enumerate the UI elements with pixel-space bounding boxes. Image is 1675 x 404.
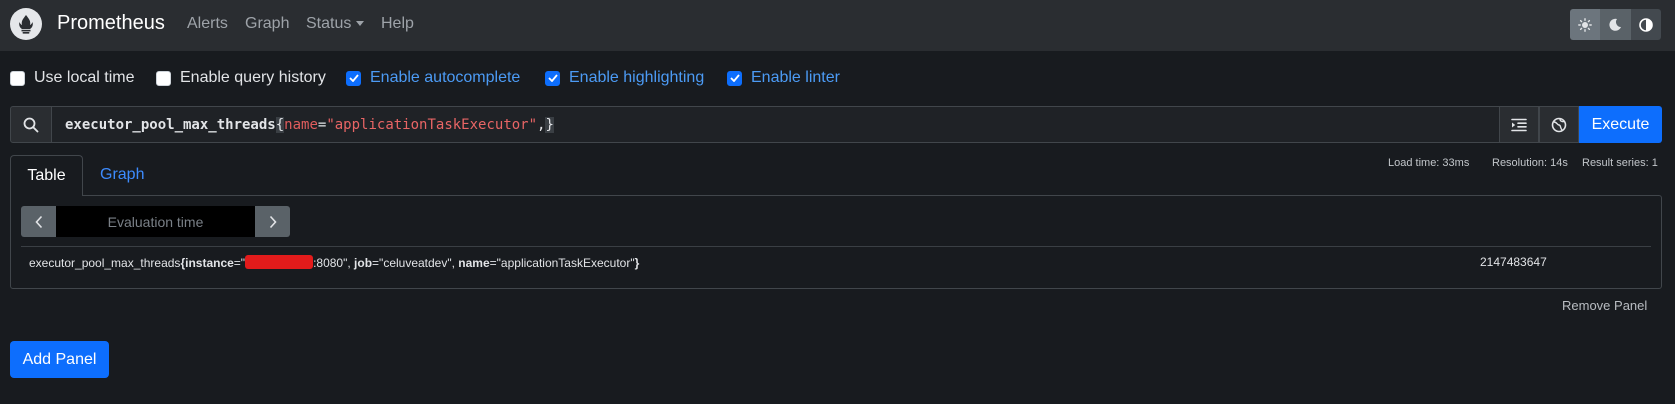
expression-input[interactable]: executor_pool_max_threads{name = "applicat… [52,106,1499,143]
evaluation-time-control: Evaluation time [21,206,290,237]
prometheus-logo-icon[interactable] [10,8,42,40]
load-time-stat: Load time: 33ms [1388,157,1470,169]
option-label: Enable linter [751,69,840,86]
nav-alerts[interactable]: Alerts [187,15,228,33]
result-brace: } [634,256,640,270]
check-icon [547,74,558,82]
result-job-value: ="celuveatdev", [372,256,459,270]
theme-dark-button[interactable] [1600,9,1631,40]
check-icon [729,74,740,82]
half-circle-icon [1639,17,1653,32]
expr-metric-token: executor_pool_max_threads [65,116,276,133]
nav-help[interactable]: Help [381,15,414,33]
metrics-explorer-button[interactable] [1539,106,1579,143]
chevron-right-icon [269,215,277,228]
expr-string-token: "applicationTaskExecutor" [326,116,538,133]
nav-status-dropdown[interactable]: Status [306,15,365,33]
option-label: Enable query history [180,69,326,86]
brand-title[interactable]: Prometheus [57,12,165,35]
format-expression-button[interactable] [1499,106,1539,143]
expression-row: executor_pool_max_threads{name = "applicat… [10,106,1662,143]
enable-autocomplete-checkbox[interactable] [346,70,361,86]
resolution-stat: Resolution: 14s [1492,157,1568,169]
option-label: Use local time [34,69,135,86]
evaluation-time-input[interactable]: Evaluation time [56,206,255,237]
chevron-down-icon [356,21,365,27]
option-enable-linter[interactable]: Enable linter [727,69,840,87]
sun-icon [1578,17,1593,32]
result-instance-suffix: :8080", [313,256,355,270]
enable-highlighting-checkbox[interactable] [545,70,560,86]
eval-prev-button[interactable] [21,206,56,237]
result-instance-prefix: =" [233,256,246,270]
option-enable-autocomplete[interactable]: Enable autocomplete [346,69,520,87]
use-local-time-checkbox[interactable] [10,70,25,86]
tab-table[interactable]: Table [10,155,83,196]
chevron-left-icon [34,215,42,228]
redacted-instance [245,255,314,269]
result-series-stat: Result series: 1 [1582,157,1658,169]
theme-light-button[interactable] [1570,9,1601,40]
add-panel-button[interactable]: Add Panel [10,341,109,378]
moon-icon [1609,18,1621,31]
tab-graph[interactable]: Graph [100,166,144,184]
enable-linter-checkbox[interactable] [727,70,742,86]
enable-query-history-checkbox[interactable] [156,70,171,86]
remove-panel-link[interactable]: Remove Panel [1562,298,1647,313]
expr-comma-token: , [537,116,546,133]
option-label: Enable highlighting [569,69,705,86]
eval-next-button[interactable] [255,206,290,237]
expr-operator-token: = [317,116,327,133]
result-job-key: job [354,256,373,270]
option-use-local-time[interactable]: Use local time [10,69,134,87]
globe-icon [1551,117,1567,132]
result-metric: executor_pool_max_threads [29,256,181,270]
expr-label-token: name [284,116,318,133]
option-enable-query-history[interactable]: Enable query history [156,69,326,87]
nav-graph[interactable]: Graph [245,15,289,33]
navbar: Prometheus Alerts Graph Status Help [0,0,1675,51]
result-instance-key: instance [185,256,234,270]
expr-brace-token: { [275,116,285,133]
result-name-value: ="applicationTaskExecutor" [489,256,635,270]
option-label: Enable autocomplete [370,69,521,86]
result-value: 2147483647 [1480,255,1547,269]
check-icon [348,74,359,82]
result-series-label: executor_pool_max_threads{instance=":808… [29,255,639,270]
indent-icon [1511,118,1527,131]
expr-brace-token: } [545,116,554,133]
theme-auto-button[interactable] [1630,9,1661,40]
option-enable-highlighting[interactable]: Enable highlighting [545,69,704,87]
result-divider [21,246,1651,247]
search-icon [10,106,52,143]
theme-toggle-group [1570,9,1661,40]
result-name-key: name [458,256,490,270]
execute-button[interactable]: Execute [1579,106,1662,143]
nav-status-label: Status [306,15,352,32]
